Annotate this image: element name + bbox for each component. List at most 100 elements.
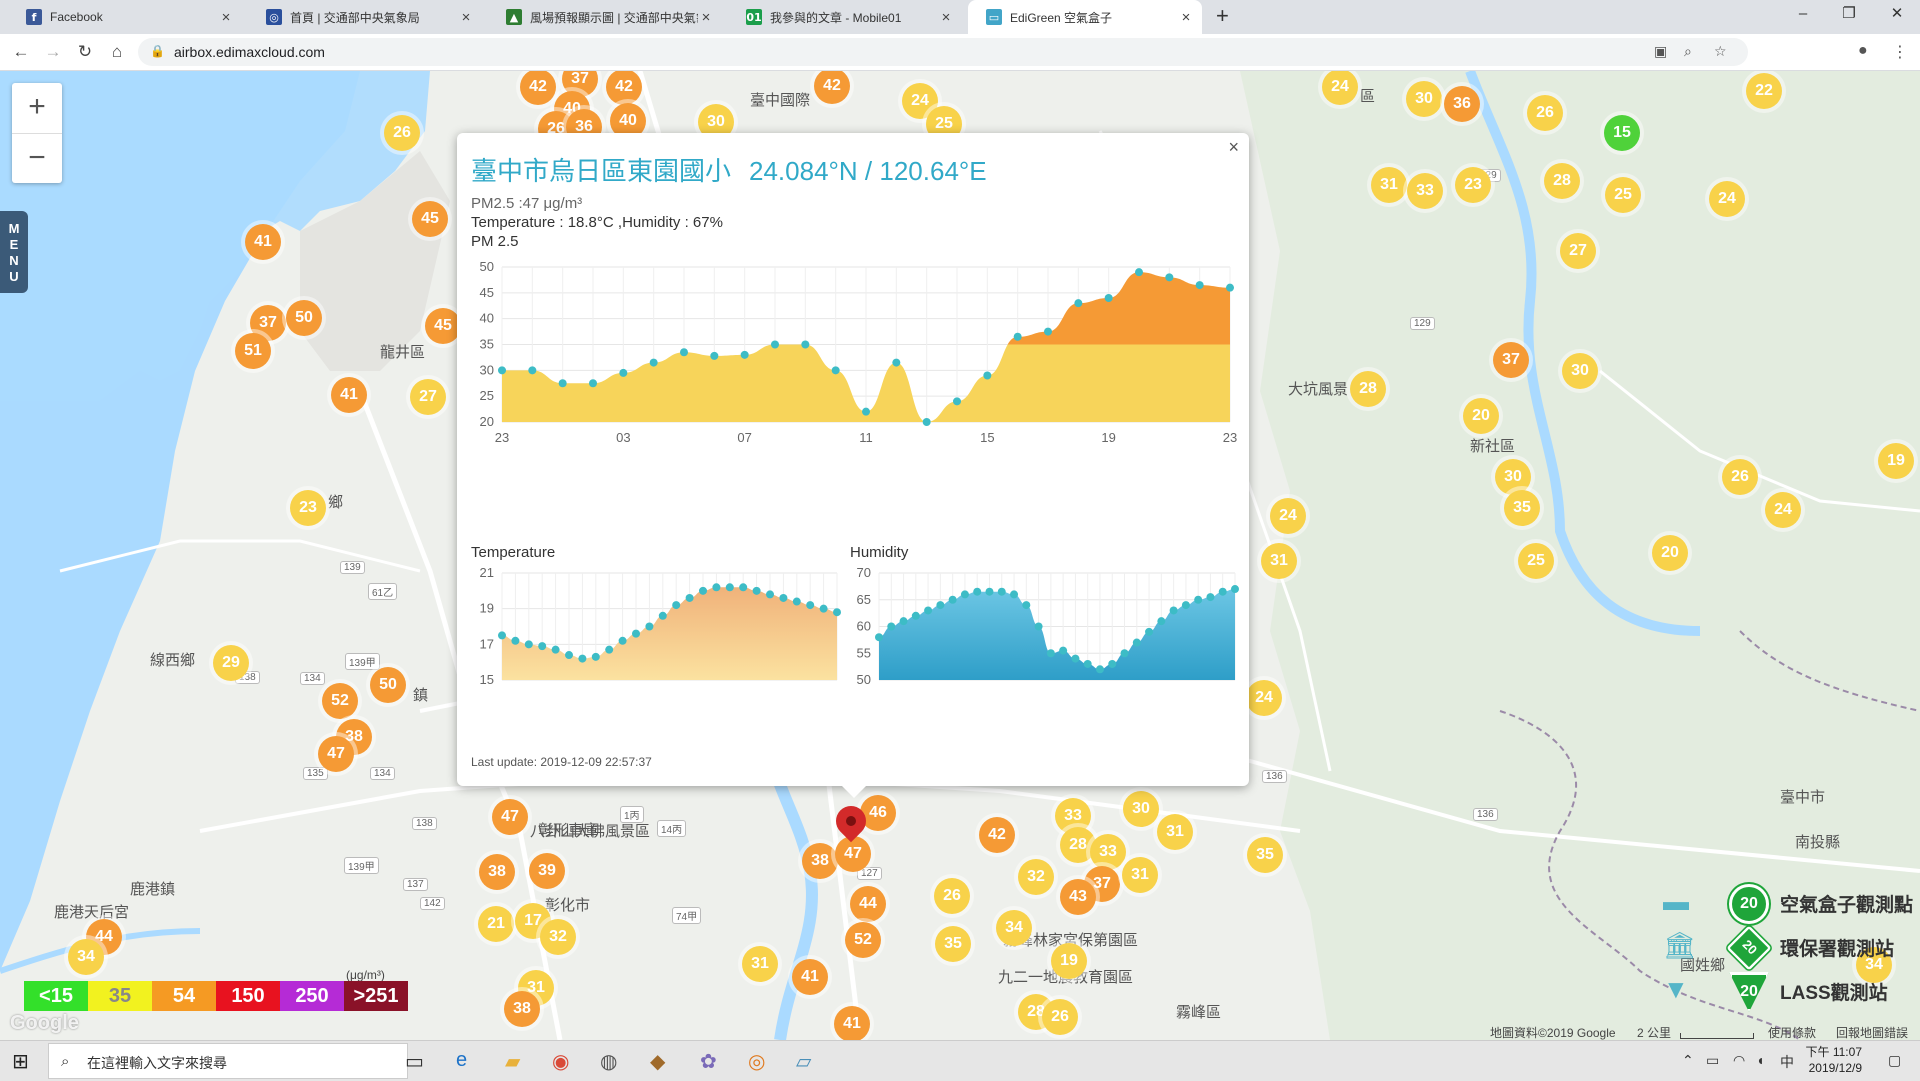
airbox-marker[interactable]: 36	[1444, 86, 1480, 122]
tab-close-icon[interactable]: ×	[938, 9, 954, 26]
volume-icon[interactable]: ◖	[1756, 1052, 1764, 1068]
airbox-marker[interactable]: 44	[850, 886, 886, 922]
airbox-marker[interactable]: 45	[412, 201, 448, 237]
tab-close-icon[interactable]: ×	[218, 9, 234, 26]
tab-close-icon[interactable]: ×	[698, 9, 714, 26]
airbox-marker[interactable]: 31	[1122, 857, 1158, 893]
airbox-marker[interactable]: 41	[792, 959, 828, 995]
airbox-marker[interactable]: 52	[322, 683, 358, 719]
map-legend-item[interactable]: ▬ 20 空氣盒子觀測點	[1655, 884, 1920, 924]
app-icon[interactable]: ✿	[700, 1049, 717, 1074]
airbox-marker[interactable]: 27	[410, 379, 446, 415]
airbox-marker[interactable]: 22	[1746, 73, 1782, 109]
airbox-marker[interactable]: 47	[492, 799, 528, 835]
windows-start-icon[interactable]: ⊞	[12, 1049, 29, 1074]
airbox-marker[interactable]: 19	[1051, 943, 1087, 979]
minimize-button[interactable]: –	[1780, 0, 1826, 30]
app-icon[interactable]: ◍	[600, 1049, 617, 1074]
airbox-marker[interactable]: 33	[1090, 834, 1126, 870]
airbox-marker[interactable]: 24	[1765, 492, 1801, 528]
tab-close-icon[interactable]: ×	[458, 9, 474, 26]
browser-tab[interactable]: ◎ 首頁 | 交通部中央氣象局 ×	[248, 0, 482, 34]
airbox-marker[interactable]: 30	[1406, 81, 1442, 117]
home-icon[interactable]: ⌂	[102, 34, 132, 70]
airbox-marker[interactable]: 52	[845, 922, 881, 958]
network-icon[interactable]: ◠	[1733, 1052, 1745, 1069]
airbox-marker[interactable]: 30	[1123, 791, 1159, 827]
airbox-marker[interactable]: 21	[478, 906, 514, 942]
airbox-marker[interactable]: 28	[1350, 371, 1386, 407]
map-legend-item[interactable]: ▼ 20 LASS觀測站	[1655, 972, 1920, 1012]
blender-icon[interactable]: ◎	[748, 1049, 765, 1074]
zoom-out-button[interactable]: −	[12, 134, 62, 184]
app-icon[interactable]: ◆	[650, 1049, 665, 1074]
airbox-marker[interactable]: 38	[504, 991, 540, 1027]
browser-tab[interactable]: ▭ EdiGreen 空氣盒子 ×	[968, 0, 1202, 34]
zoom-icon[interactable]: ⌕	[1684, 43, 1692, 60]
translate-icon[interactable]: ▣	[1654, 43, 1667, 60]
chrome-menu-icon[interactable]: ⋮	[1892, 42, 1908, 62]
zoom-in-button[interactable]: +	[12, 83, 62, 134]
close-window-button[interactable]: ✕	[1874, 0, 1920, 30]
reload-icon[interactable]: ↻	[70, 34, 100, 70]
airbox-marker[interactable]: 30	[1562, 353, 1598, 389]
airbox-marker[interactable]: 27	[1560, 233, 1596, 269]
airbox-marker[interactable]: 47	[835, 836, 871, 872]
airbox-marker[interactable]: 34	[996, 910, 1032, 946]
tray-chevron-icon[interactable]: ⌃	[1682, 1052, 1694, 1069]
airbox-marker[interactable]: 41	[331, 377, 367, 413]
airbox-marker[interactable]: 35	[1247, 837, 1283, 873]
airbox-marker[interactable]: 29	[213, 645, 249, 681]
airbox-marker[interactable]: 32	[1018, 859, 1054, 895]
file-explorer-icon[interactable]: ▰	[505, 1049, 520, 1074]
airbox-marker[interactable]: 38	[479, 854, 515, 890]
airbox-marker[interactable]: 35	[1504, 490, 1540, 526]
address-bar[interactable]: 🔒 airbox.edimaxcloud.com ▣ ⌕ ☆	[138, 38, 1748, 66]
map-legend-item[interactable]: 🏛 20 環保署觀測站	[1655, 925, 1920, 971]
airbox-marker[interactable]: 51	[235, 333, 271, 369]
popup-close-button[interactable]: ×	[1228, 137, 1239, 158]
profile-icon[interactable]: ●	[1858, 42, 1868, 60]
edge-icon[interactable]: e	[456, 1049, 467, 1072]
airbox-marker[interactable]: 23	[290, 490, 326, 526]
airbox-marker[interactable]: 26	[1722, 459, 1758, 495]
airbox-marker[interactable]: 39	[529, 853, 565, 889]
airbox-marker[interactable]: 20	[1652, 535, 1688, 571]
airbox-marker[interactable]: 35	[935, 926, 971, 962]
airbox-marker[interactable]: 26	[384, 115, 420, 151]
taskbar-search-box[interactable]: ⌕ 在這裡輸入文字來搜尋	[48, 1043, 408, 1079]
airbox-marker[interactable]: 24	[1270, 498, 1306, 534]
airbox-marker[interactable]: 28	[1544, 163, 1580, 199]
airbox-marker[interactable]: 43	[1060, 879, 1096, 915]
airbox-marker[interactable]: 47	[318, 736, 354, 772]
ime-indicator[interactable]: 中	[1780, 1052, 1794, 1072]
browser-tab[interactable]: 01 我參與的文章 - Mobile01 ×	[728, 0, 962, 34]
airbox-marker[interactable]: 31	[742, 946, 778, 982]
airbox-marker[interactable]: 31	[1261, 543, 1297, 579]
airbox-marker[interactable]: 37	[1493, 342, 1529, 378]
airbox-marker[interactable]: 26	[1527, 95, 1563, 131]
forward-icon[interactable]: →	[38, 34, 68, 70]
airbox-marker[interactable]: 19	[1878, 443, 1914, 479]
airbox-marker[interactable]: 32	[540, 919, 576, 955]
airbox-marker[interactable]: 45	[425, 308, 461, 344]
terms-link[interactable]: 使用條款	[1768, 1024, 1816, 1040]
airbox-marker[interactable]: 42	[979, 817, 1015, 853]
airbox-marker[interactable]: 33	[1407, 173, 1443, 209]
url-text[interactable]: airbox.edimaxcloud.com	[174, 44, 325, 60]
chrome-icon[interactable]: ◉	[552, 1049, 569, 1074]
airbox-marker[interactable]: 41	[245, 224, 281, 260]
new-tab-button[interactable]: +	[1216, 0, 1229, 34]
airbox-marker[interactable]: 26	[934, 878, 970, 914]
airbox-marker[interactable]: 25	[1605, 177, 1641, 213]
airbox-marker[interactable]: 38	[802, 843, 838, 879]
airbox-marker[interactable]: 26	[1042, 999, 1078, 1035]
side-menu-button[interactable]: MENU	[0, 211, 28, 293]
airbox-marker[interactable]: 15	[1604, 115, 1640, 151]
airbox-marker[interactable]: 31	[1157, 814, 1193, 850]
airbox-marker[interactable]: 23	[1455, 167, 1491, 203]
taskbar-clock[interactable]: 下午 11:07 2019/12/9	[1806, 1044, 1862, 1076]
task-view-icon[interactable]: ▭	[405, 1049, 424, 1074]
maximize-button[interactable]: ❐	[1826, 0, 1872, 30]
browser-tab[interactable]: f Facebook ×	[8, 0, 242, 34]
